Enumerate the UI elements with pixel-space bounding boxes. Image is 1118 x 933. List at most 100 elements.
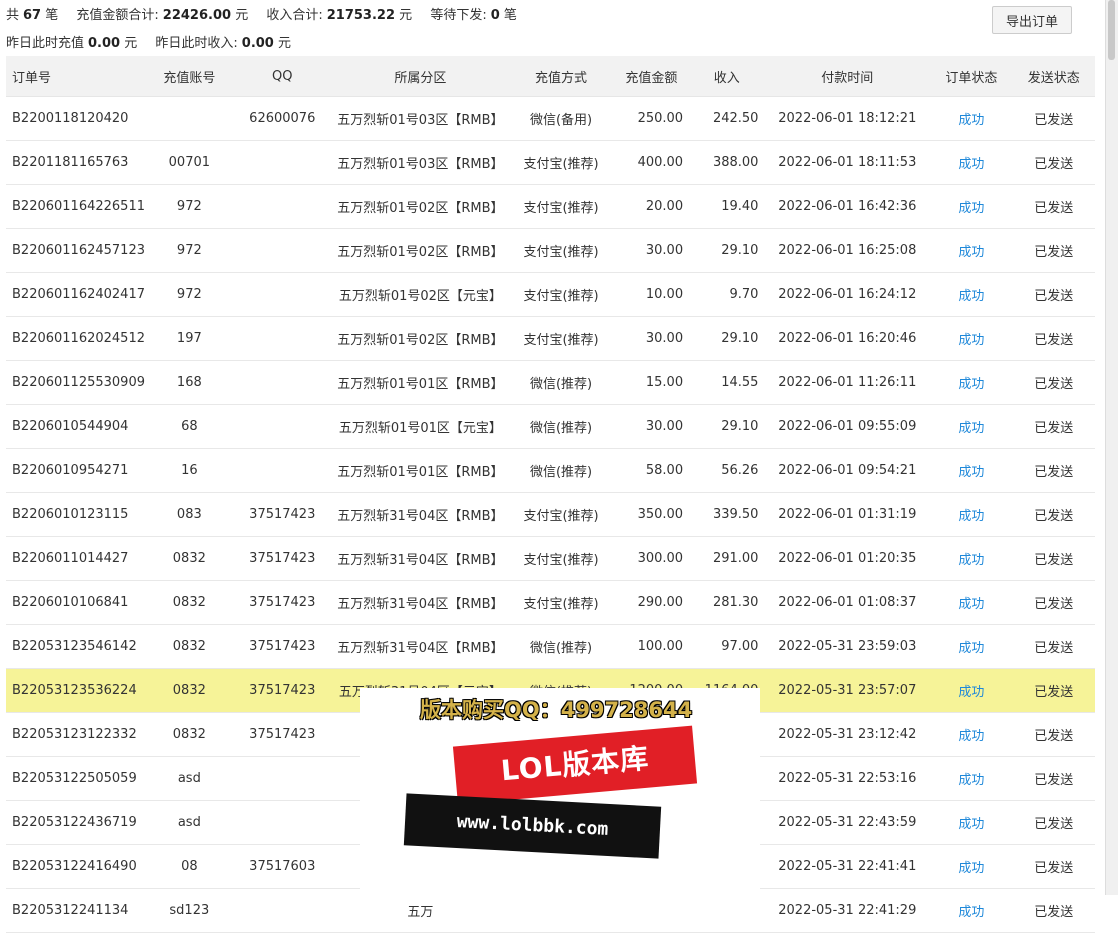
- cell-order-status[interactable]: 成功: [930, 228, 1013, 273]
- table-row: B2206010954271 16 五万烈斩01号01区【RMB】 微信(推荐) 58.…: [6, 448, 1095, 493]
- yesterday-income: 昨日此时收入: 0.00 元: [155, 36, 292, 51]
- order-status-link[interactable]: 成功: [958, 817, 984, 832]
- cell-pay-time: 2022-06-01 18:11:53: [764, 140, 931, 185]
- order-status-link[interactable]: 成功: [958, 641, 984, 656]
- cell-order-status[interactable]: 成功: [930, 404, 1013, 449]
- cell-order-status[interactable]: 成功: [930, 580, 1013, 625]
- cell-pay-time: 2022-06-01 09:54:21: [764, 448, 931, 493]
- vertical-scrollbar[interactable]: [1105, 0, 1118, 895]
- cell-income: [689, 888, 765, 933]
- order-status-link[interactable]: 成功: [958, 113, 984, 128]
- cell-amount: 350.00: [613, 492, 690, 537]
- order-status-link[interactable]: 成功: [958, 597, 984, 612]
- cell-order-status[interactable]: 成功: [930, 624, 1013, 669]
- cell-method: 支付宝(推荐): [508, 492, 614, 537]
- cell-order-status[interactable]: 成功: [930, 96, 1013, 141]
- cell-send-status: 已发送: [1012, 800, 1095, 845]
- cell-send-status: 已发送: [1012, 712, 1095, 757]
- cell-order-status[interactable]: 成功: [930, 888, 1013, 933]
- order-status-link[interactable]: 成功: [958, 157, 984, 172]
- cell-order-status[interactable]: 成功: [930, 140, 1013, 185]
- cell-order-no: B220601162457123: [6, 228, 147, 273]
- cell-send-status: 已发送: [1012, 756, 1095, 801]
- order-status-link[interactable]: 成功: [958, 201, 984, 216]
- scrollbar-thumb[interactable]: [1108, 0, 1115, 60]
- cell-account: 197: [146, 316, 233, 361]
- table-row: B2205312241134 sd123 五万 2022-05-31 22:41:29…: [6, 888, 1095, 933]
- cell-qq: 37517423: [232, 580, 333, 625]
- cell-zone: 五万烈斩01号02区【RMB】: [332, 184, 509, 229]
- cell-account: 08: [146, 844, 233, 889]
- cell-qq: 62600076: [232, 96, 333, 141]
- cell-qq: [232, 140, 333, 185]
- cell-income: 56.26: [689, 448, 765, 493]
- cell-amount: 400.00: [613, 140, 690, 185]
- table-row: B220601164226511 972 五万烈斩01号02区【RMB】 支付宝(推荐…: [6, 184, 1095, 229]
- table-row: B220601125530909 168 五万烈斩01号01区【RMB】 微信(推荐)…: [6, 360, 1095, 405]
- cell-order-status[interactable]: 成功: [930, 492, 1013, 537]
- cell-order-status[interactable]: 成功: [930, 272, 1013, 317]
- cell-order-status[interactable]: 成功: [930, 316, 1013, 361]
- cell-pay-time: 2022-06-01 01:20:35: [764, 536, 931, 581]
- order-status-link[interactable]: 成功: [958, 685, 984, 700]
- order-status-link[interactable]: 成功: [958, 289, 984, 304]
- cell-income: 29.10: [689, 316, 765, 361]
- cell-pay-time: 2022-05-31 23:57:07: [764, 668, 931, 713]
- cell-order-no: B220601162024512: [6, 316, 147, 361]
- export-orders-button[interactable]: 导出订单: [992, 6, 1072, 34]
- cell-order-status[interactable]: 成功: [930, 800, 1013, 845]
- yesterday-recharge: 昨日此时充值 0.00 元: [6, 36, 138, 51]
- cell-pay-time: 2022-06-01 16:42:36: [764, 184, 931, 229]
- order-status-link[interactable]: 成功: [958, 421, 984, 436]
- cell-send-status: 已发送: [1012, 316, 1095, 361]
- cell-account: 083: [146, 492, 233, 537]
- cell-pay-time: 2022-05-31 22:43:59: [764, 800, 931, 845]
- cell-pay-time: 2022-06-01 16:24:12: [764, 272, 931, 317]
- cell-order-status[interactable]: 成功: [930, 536, 1013, 581]
- cell-pay-time: 2022-05-31 23:12:42: [764, 712, 931, 757]
- watermark: 版本购买QQ：499728644 LOL版本库 www.lolbbk.com: [360, 688, 760, 895]
- cell-qq: [232, 228, 333, 273]
- order-status-link[interactable]: 成功: [958, 729, 984, 744]
- cell-qq: 37517423: [232, 668, 333, 713]
- order-status-link[interactable]: 成功: [958, 861, 984, 876]
- cell-order-status[interactable]: 成功: [930, 668, 1013, 713]
- cell-method: 微信(推荐): [508, 360, 614, 405]
- cell-order-status[interactable]: 成功: [930, 360, 1013, 405]
- cell-zone: 五万烈斩31号04区【RMB】: [332, 536, 509, 581]
- table-row: B2206011014427 0832 37517423 五万烈斩31号04区【RMB…: [6, 536, 1095, 581]
- cell-order-status[interactable]: 成功: [930, 844, 1013, 889]
- cell-zone: 五万烈斩01号03区【RMB】: [332, 140, 509, 185]
- cell-income: 29.10: [689, 228, 765, 273]
- cell-qq: [232, 184, 333, 229]
- order-status-link[interactable]: 成功: [958, 773, 984, 788]
- cell-pay-time: 2022-06-01 16:20:46: [764, 316, 931, 361]
- cell-order-status[interactable]: 成功: [930, 712, 1013, 757]
- table-row: B22053123546142 0832 37517423 五万烈斩31号04区【RM…: [6, 624, 1095, 669]
- cell-order-no: B22053122436719: [6, 800, 147, 845]
- cell-order-status[interactable]: 成功: [930, 184, 1013, 229]
- cell-order-status[interactable]: 成功: [930, 448, 1013, 493]
- total-count: 共 67 笔: [6, 8, 59, 23]
- order-status-link[interactable]: 成功: [958, 465, 984, 480]
- cell-qq: 37517423: [232, 624, 333, 669]
- order-status-link[interactable]: 成功: [958, 553, 984, 568]
- header-send-status: 发送状态: [1012, 56, 1095, 97]
- table-row: B220601162024512 197 五万烈斩01号02区【RMB】 支付宝(推荐…: [6, 316, 1095, 361]
- order-status-link[interactable]: 成功: [958, 509, 984, 524]
- cell-order-status[interactable]: 成功: [930, 756, 1013, 801]
- cell-income: 14.55: [689, 360, 765, 405]
- cell-pay-time: 2022-05-31 22:41:41: [764, 844, 931, 889]
- order-status-link[interactable]: 成功: [958, 245, 984, 260]
- table-row: B2206010123115 083 37517423 五万烈斩31号04区【RMB】…: [6, 492, 1095, 537]
- cell-send-status: 已发送: [1012, 492, 1095, 537]
- cell-income: 29.10: [689, 404, 765, 449]
- order-status-link[interactable]: 成功: [958, 377, 984, 392]
- order-status-link[interactable]: 成功: [958, 333, 984, 348]
- cell-send-status: 已发送: [1012, 624, 1095, 669]
- watermark-brand-logo: LOL版本库: [452, 725, 698, 805]
- cell-qq: [232, 756, 333, 801]
- order-status-link[interactable]: 成功: [958, 905, 984, 920]
- cell-send-status: 已发送: [1012, 580, 1095, 625]
- cell-send-status: 已发送: [1012, 272, 1095, 317]
